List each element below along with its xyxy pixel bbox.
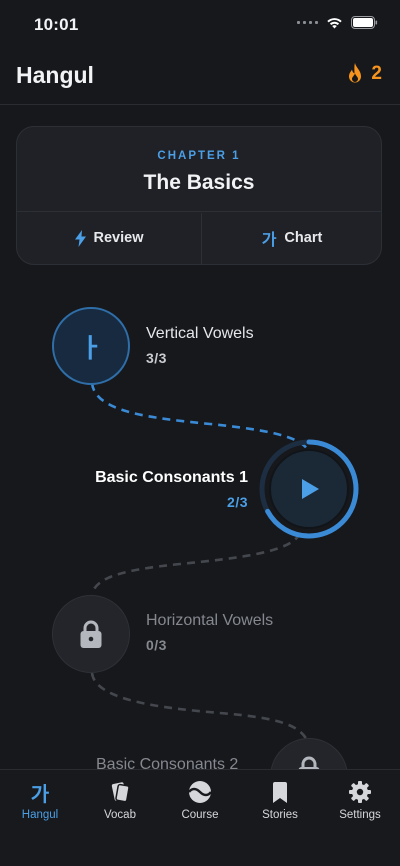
lesson-progress: 2/3 [227,494,248,510]
lesson-path [90,382,310,743]
tab-course[interactable]: Course [160,780,240,821]
tab-hangul[interactable]: 가 Hangul [0,780,80,822]
path-segment-locked [90,672,310,743]
tab-label: Settings [339,809,381,821]
hangul-tab-icon: 가 [30,783,50,806]
lesson-node-horizontal-vowels[interactable] [52,595,130,673]
lesson-title: Vertical Vowels [146,325,254,342]
taegeuk-icon [188,781,212,803]
tab-label: Course [181,809,219,821]
tab-label: Vocab [104,809,136,821]
lesson-progress: 3/3 [146,350,167,366]
tab-label: Stories [262,809,298,821]
lesson-node-vertical-vowels[interactable]: ㅏ [52,307,130,385]
lock-icon [80,620,102,648]
lesson-node-basic-consonants-1[interactable] [258,438,360,540]
tab-bar: 가 Hangul Vocab Course Stories Settings [0,769,400,866]
path-segment-locked [90,532,302,595]
tab-settings[interactable]: Settings [320,780,400,821]
vowel-glyph-icon: ㅏ [79,332,103,363]
lesson-title: Horizontal Vowels [146,612,274,629]
tab-label: Hangul [21,809,59,821]
lesson-progress: 0/3 [146,637,167,653]
tab-stories[interactable]: Stories [240,780,320,821]
cards-icon [111,782,130,803]
tab-vocab[interactable]: Vocab [80,780,160,821]
bookmark-icon [273,781,287,803]
gear-icon [349,781,371,803]
lesson-title: Basic Consonants 1 [95,469,248,486]
